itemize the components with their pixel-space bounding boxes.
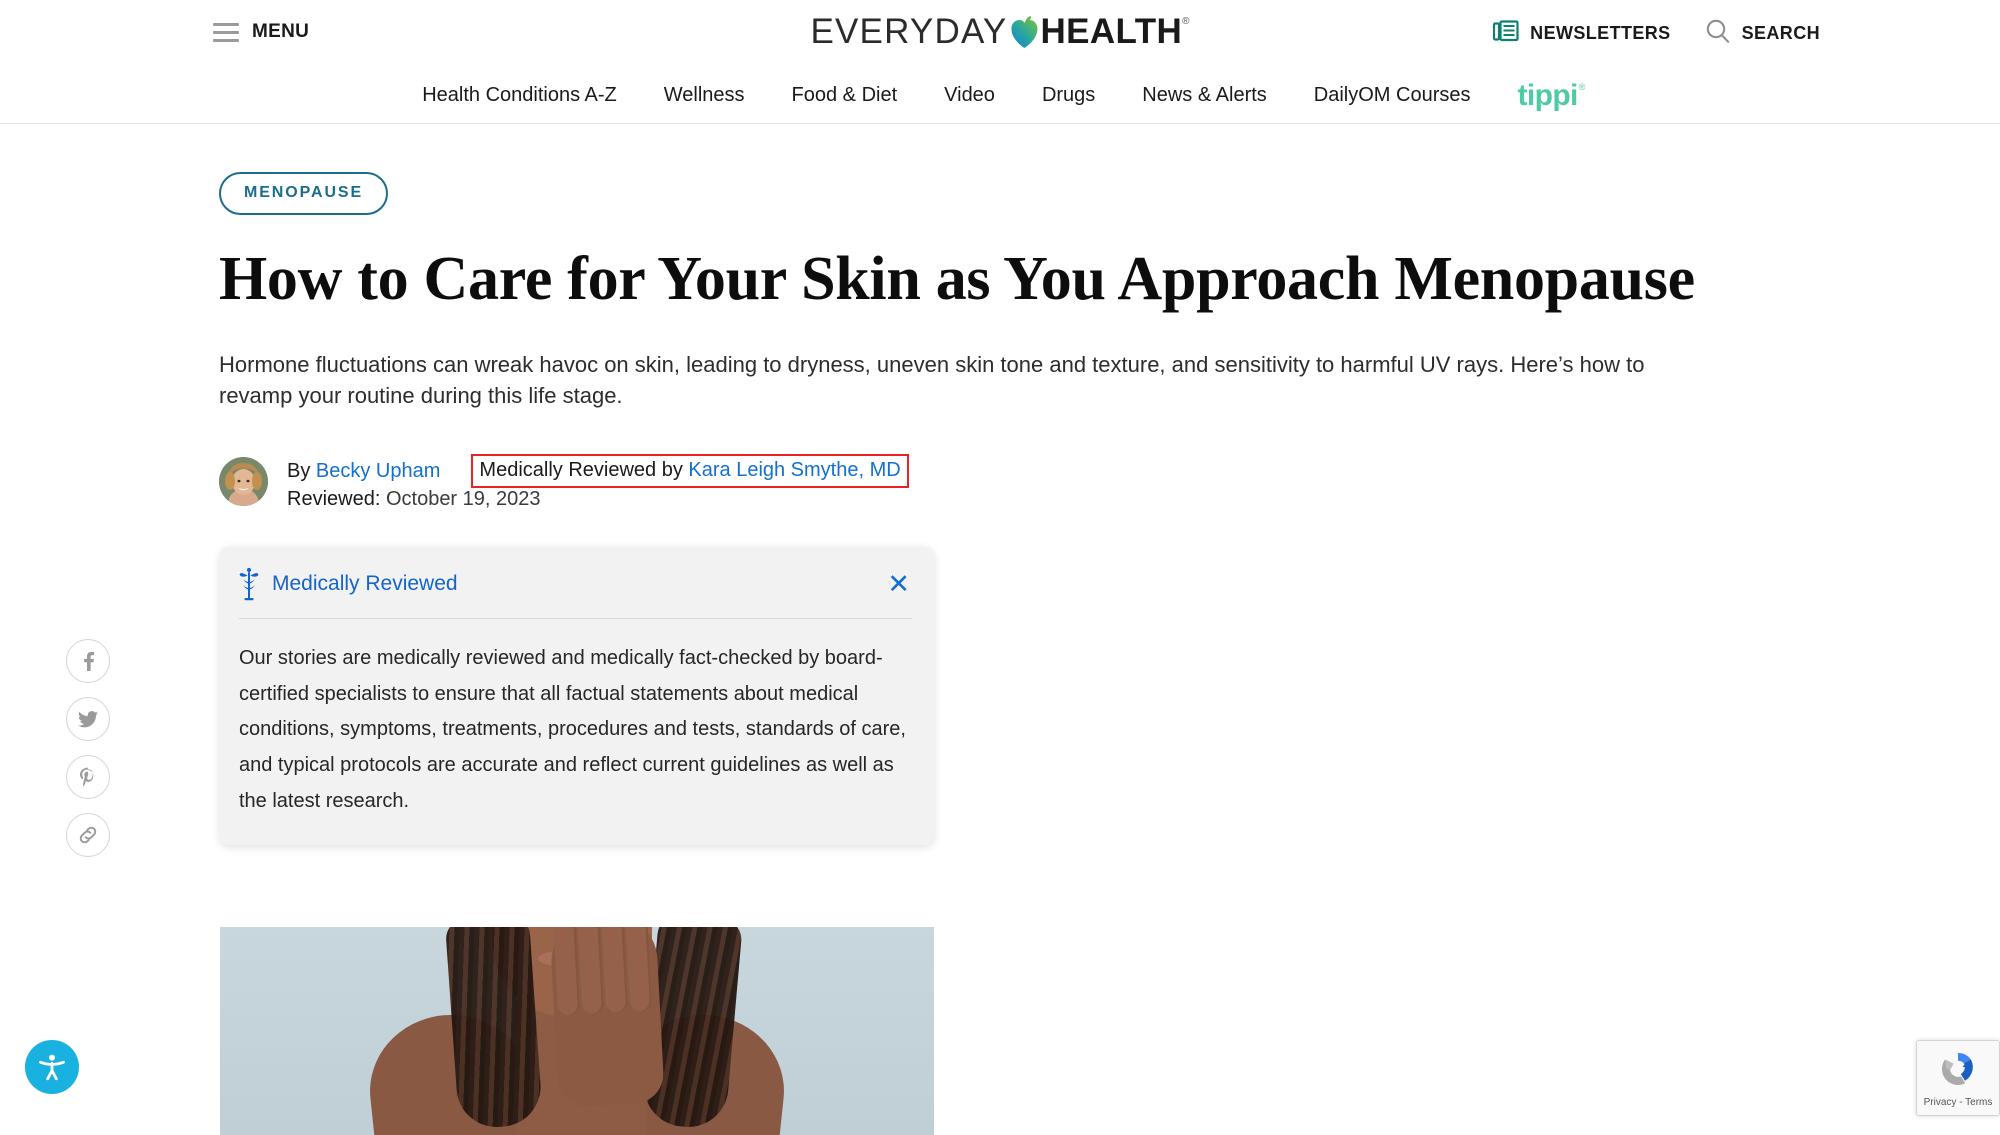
recaptcha-badge[interactable]: Privacy - Terms [1916, 1040, 2000, 1116]
tippi-trademark: ® [1578, 81, 1586, 92]
byline: By Becky Upham Medically Reviewed by Kar… [219, 453, 2000, 511]
newsletters-label: NEWSLETTERS [1530, 23, 1671, 43]
logo-everyday-text: EVERYDAY [810, 12, 1008, 51]
medically-reviewed-byline[interactable]: Medically Reviewed by Kara Leigh Smythe,… [471, 454, 909, 489]
nav-item-health-conditions[interactable]: Health Conditions A-Z [422, 84, 617, 107]
header-actions: NEWSLETTERS SEARCH [1493, 18, 1820, 49]
hero-image [220, 927, 934, 1135]
recaptcha-logo-icon [1938, 1049, 1978, 1094]
close-icon[interactable]: ✕ [885, 570, 912, 598]
logo-health-text: HEALTH [1040, 12, 1183, 51]
tippi-logo-text: tippi [1517, 78, 1578, 112]
medically-reviewed-panel-title: Medically Reviewed [272, 572, 458, 596]
author-link[interactable]: Becky Upham [316, 460, 441, 483]
topic-badge-menopause[interactable]: MENOPAUSE [219, 172, 389, 215]
nav-item-video[interactable]: Video [944, 84, 995, 107]
site-header: MENU EVERYDAY HEALTH ® NEWSLETTERS SEARC… [0, 0, 2000, 72]
apple-logo-icon [1009, 15, 1039, 49]
search-button[interactable]: SEARCH [1705, 18, 1820, 49]
nav-item-wellness[interactable]: Wellness [664, 84, 745, 107]
medically-reviewed-panel: Medically Reviewed ✕ Our stories are med… [220, 547, 934, 846]
search-icon [1705, 18, 1731, 49]
facebook-icon[interactable] [66, 639, 110, 683]
page-title: How to Care for Your Skin as You Approac… [219, 245, 1695, 313]
primary-nav: Health Conditions A-Z Wellness Food & Di… [0, 72, 2000, 124]
nav-item-dailyom-courses[interactable]: DailyOM Courses [1314, 84, 1471, 107]
search-label: SEARCH [1741, 23, 1820, 43]
reviewer-link[interactable]: Kara Leigh Smythe, MD [688, 459, 900, 481]
avatar [219, 457, 268, 507]
article-deck: Hormone fluctuations can wreak havoc on … [219, 352, 1645, 408]
caduceus-icon [239, 567, 259, 601]
menu-button[interactable]: MENU [213, 21, 309, 43]
byline-by-prefix: By [287, 459, 311, 482]
article-body: MENOPAUSE How to Care for Your Skin as Y… [0, 124, 2000, 846]
medically-reviewed-panel-body: Our stories are medically reviewed and m… [239, 647, 906, 812]
hero-hand [549, 927, 665, 1108]
menu-label: MENU [252, 21, 310, 42]
nav-item-food-and-diet[interactable]: Food & Diet [792, 84, 898, 107]
newsletters-button[interactable]: NEWSLETTERS [1493, 20, 1670, 47]
social-share-rail [66, 639, 110, 857]
accessibility-button[interactable] [25, 1040, 79, 1094]
reviewed-date: October 19, 2023 [385, 488, 541, 511]
accessibility-icon [39, 1054, 65, 1081]
nav-item-drugs[interactable]: Drugs [1042, 84, 1095, 107]
medically-reviewed-prefix: Medically Reviewed by [479, 459, 683, 482]
recaptcha-privacy-terms: Privacy - Terms [1923, 1096, 1993, 1108]
reviewed-label: Reviewed: [287, 488, 381, 511]
hero-hair-left [444, 927, 544, 1130]
link-icon[interactable] [66, 813, 110, 857]
logo-trademark: ® [1182, 16, 1190, 27]
pinterest-icon[interactable] [66, 755, 110, 799]
page-root: MENU EVERYDAY HEALTH ® NEWSLETTERS SEARC… [0, 0, 2000, 1135]
nav-item-news-and-alerts[interactable]: News & Alerts [1142, 84, 1266, 107]
newspaper-icon [1493, 20, 1519, 47]
twitter-icon[interactable] [66, 697, 110, 741]
site-logo[interactable]: EVERYDAY HEALTH ® [810, 12, 1189, 52]
hamburger-icon [213, 22, 239, 42]
nav-item-tippi[interactable]: tippi ® [1517, 78, 1585, 113]
